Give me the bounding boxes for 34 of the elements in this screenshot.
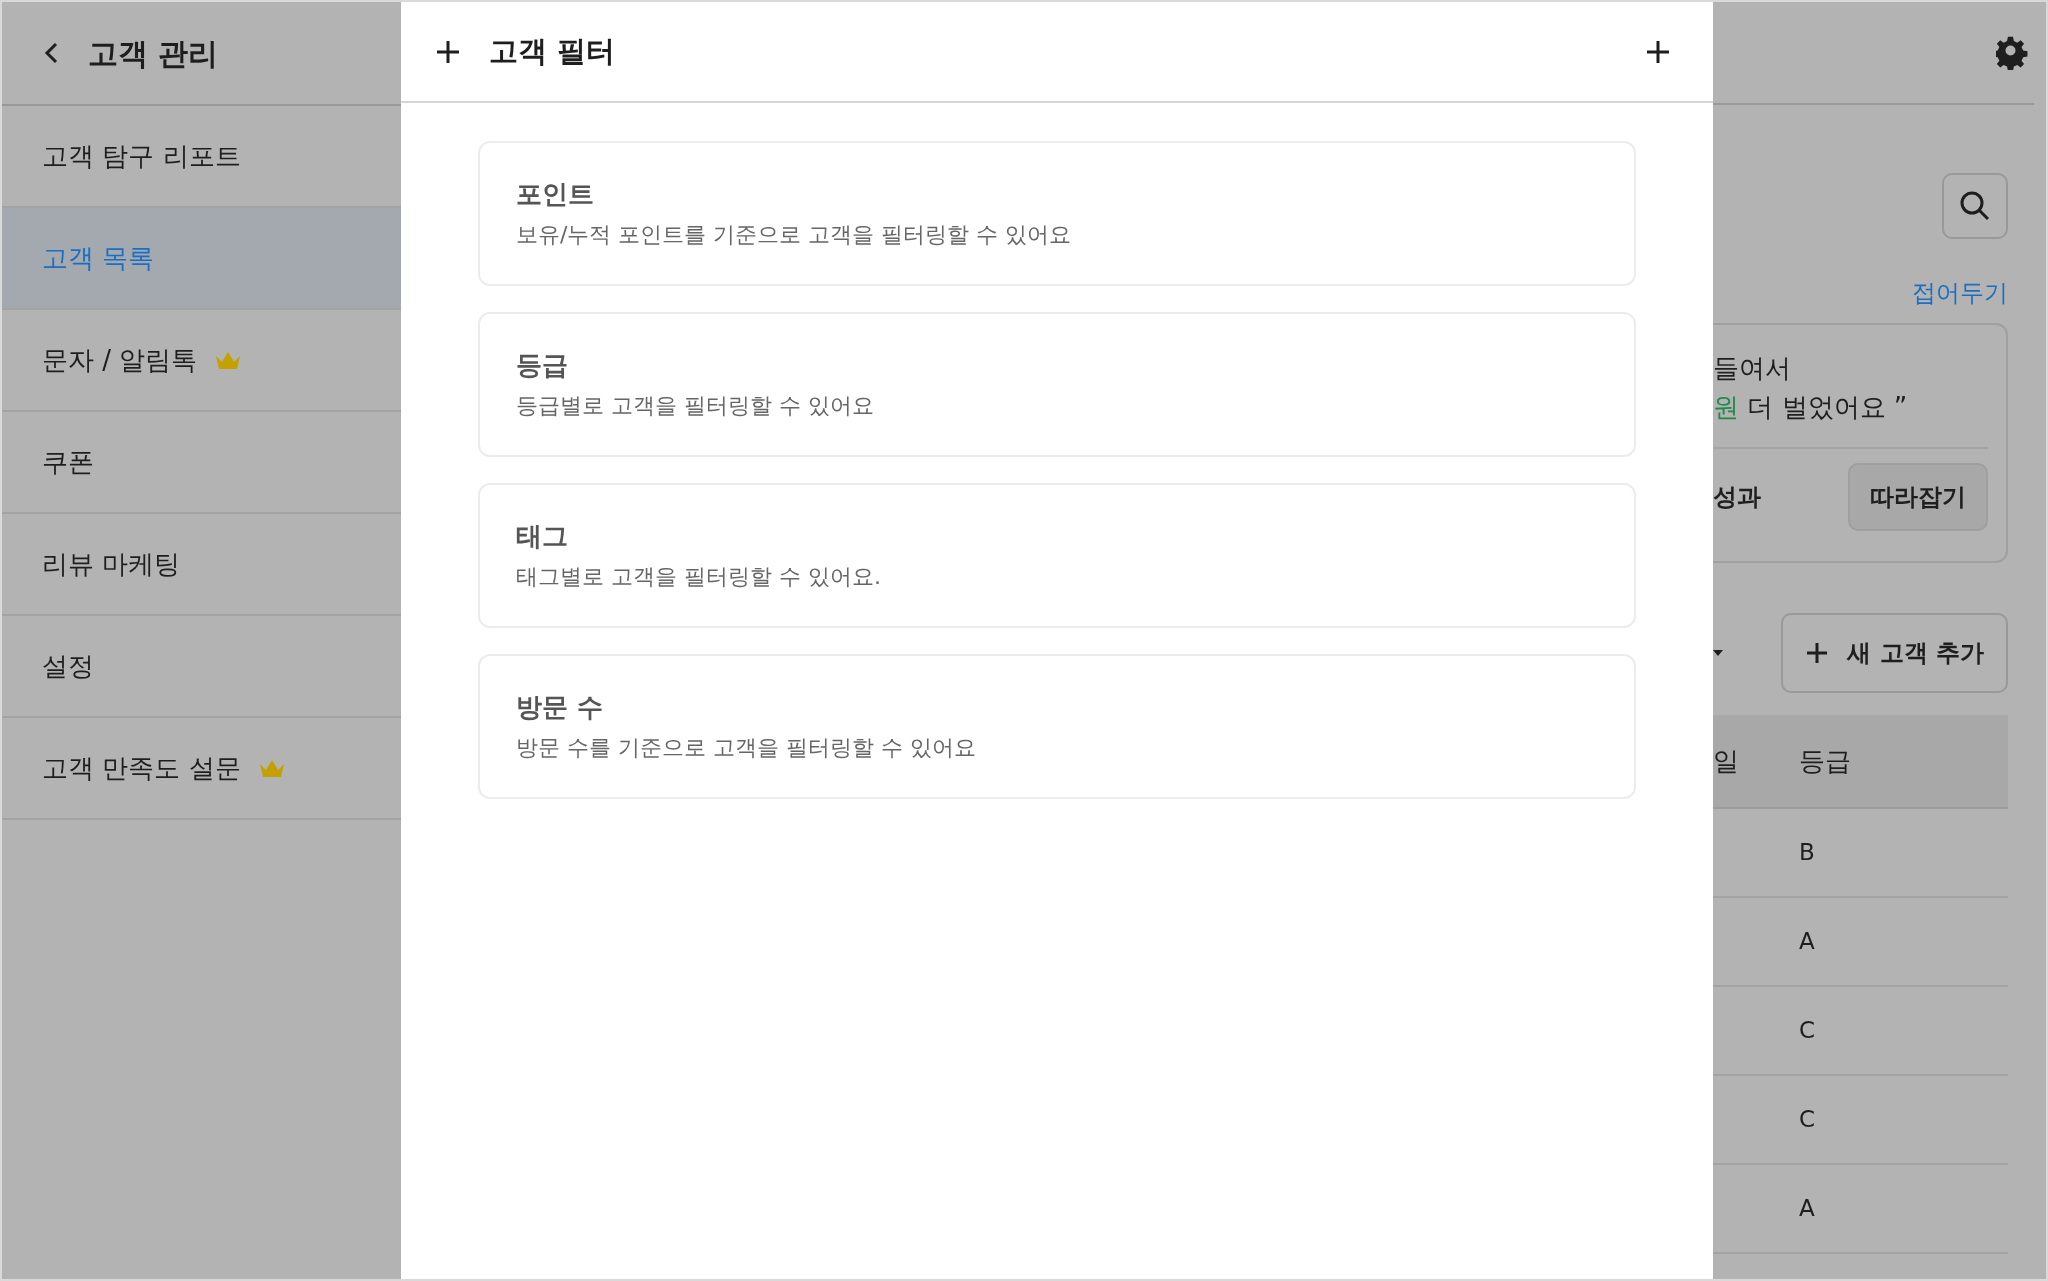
sidebar-title: 고객 관리 <box>88 34 219 73</box>
filter-description: 방문 수를 기준으로 고객을 필터링할 수 있어요 <box>516 734 977 762</box>
search-button[interactable] <box>1942 173 2008 239</box>
table-cell-text: C <box>1798 1105 1816 1135</box>
promo-text: 들여서 <box>1713 352 1792 385</box>
table-cell-text: A <box>1798 927 1815 957</box>
plus-icon <box>435 38 461 65</box>
column-header: 등급 <box>1799 744 1851 778</box>
plus-icon <box>1805 641 1830 665</box>
plus-icon <box>1645 38 1671 65</box>
filter-title: 방문 수 <box>516 691 605 724</box>
filter-card[interactable]: 등급 등급별로 고객을 필터링할 수 있어요 <box>478 312 1636 457</box>
table-cell-text: B <box>1798 838 1815 868</box>
add-customer-button[interactable]: 새 고객 추가 <box>1781 613 2008 693</box>
filter-description: 보유/누적 포인트를 기준으로 고객을 필터링할 수 있어요 <box>516 221 1073 249</box>
promo-text: 원 더 벌었어요 ” <box>1713 391 1909 424</box>
back-icon <box>44 42 58 64</box>
filter-title: 등급 <box>516 349 569 382</box>
catch-up-button[interactable]: 따라잡기 <box>1848 463 1988 531</box>
filter-description: 등급별로 고객을 필터링할 수 있어요 <box>516 392 875 420</box>
filter-card[interactable]: 방문 수 방문 수를 기준으로 고객을 필터링할 수 있어요 <box>478 654 1636 799</box>
table-cell-text: C <box>1798 1016 1816 1046</box>
filter-card[interactable]: 포인트 보유/누적 포인트를 기준으로 고객을 필터링할 수 있어요 <box>478 141 1636 286</box>
filter-description: 태그별로 고객을 필터링할 수 있어요. <box>516 563 882 591</box>
filter-card[interactable]: 태그 태그별로 고객을 필터링할 수 있어요. <box>478 483 1636 628</box>
performance-label: 성과 <box>1713 482 1761 513</box>
search-icon <box>1959 190 1991 222</box>
filter-title: 포인트 <box>516 178 595 211</box>
filter-title: 태그 <box>516 520 569 553</box>
table-cell-text: A <box>1798 1194 1815 1224</box>
column-header: 일 <box>1713 744 1740 778</box>
settings-icon <box>1996 35 2030 70</box>
caret-icon <box>1713 650 1723 656</box>
modal-title: 고객 필터 <box>489 32 616 70</box>
